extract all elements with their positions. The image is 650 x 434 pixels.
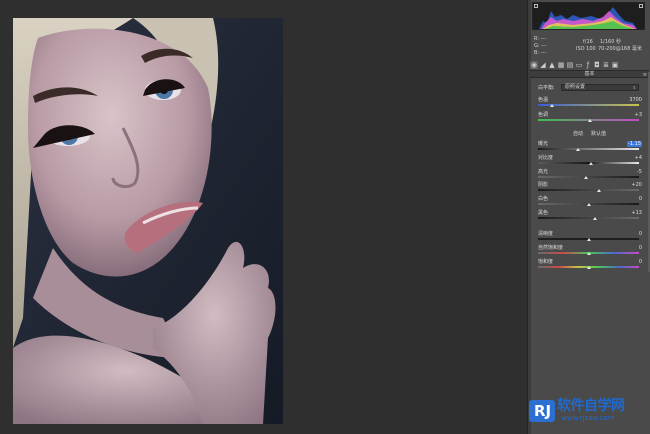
default-button[interactable]: 默认值 [591, 131, 606, 137]
slider-knob[interactable] [586, 238, 591, 241]
white-balance-label: 白平衡: [538, 85, 555, 91]
iso-value: ISO 100 [576, 46, 596, 52]
b-readout: B: --- [534, 50, 547, 56]
histogram [532, 2, 645, 30]
slider-value-blacks[interactable]: +13 [631, 210, 642, 216]
shutter-value: 1/160 秒 [600, 39, 621, 45]
aperture-icon[interactable]: ◉ [530, 61, 538, 69]
watermark-url: www.rjzxw.com [561, 414, 615, 422]
slider-label-clarity: 清晰度 [538, 231, 554, 237]
portrait-photo-icon [13, 18, 283, 424]
slider-value-whites[interactable]: 0 [639, 196, 642, 202]
slider-value-contrast[interactable]: +4 [635, 155, 642, 161]
slider-knob[interactable] [586, 203, 591, 206]
slider-knob[interactable] [550, 104, 555, 107]
blacks-slider[interactable] [538, 217, 639, 219]
slider-value-highlights[interactable]: -5 [637, 169, 642, 175]
watermark-title: 软件自学网 [557, 398, 625, 414]
lens-icon[interactable]: ▭ [575, 61, 583, 69]
camera-icon[interactable]: ◘ [593, 61, 601, 69]
white-balance-select[interactable]: 原照设置 ⇕ [561, 84, 639, 91]
tone-curve-icon[interactable]: ◢ [539, 61, 547, 69]
slider-label-blacks: 黑色 [538, 210, 549, 216]
slider-knob[interactable] [587, 119, 592, 122]
slider-value-tint[interactable]: +3 [635, 112, 642, 118]
slider-label-vibrance: 自然饱和度 [538, 245, 564, 251]
watermark-logo-icon: RJ [529, 400, 555, 422]
photo-canvas[interactable] [13, 18, 283, 424]
split-tone-icon[interactable]: ▤ [566, 61, 574, 69]
auto-button[interactable]: 自动 [573, 131, 583, 137]
slider-knob[interactable] [586, 266, 591, 269]
slider-knob[interactable] [586, 252, 591, 255]
slider-value-clarity[interactable]: 0 [639, 231, 642, 237]
raw-editor-window: R: --- G: --- B: --- f/16 1/160 秒 ISO 10… [0, 0, 650, 434]
site-watermark: RJ 软件自学网 www.rjzxw.com [527, 396, 650, 426]
slider-label-temp: 色温 [538, 97, 549, 103]
slider-knob[interactable] [592, 217, 597, 220]
slider-label-whites: 白色 [538, 196, 549, 202]
shadow-clipping-icon[interactable] [534, 4, 538, 8]
snapshot-icon[interactable]: ▣ [611, 61, 619, 69]
highlights-slider[interactable] [538, 176, 639, 178]
fx-icon[interactable]: ƒ [584, 61, 592, 69]
preset-icon[interactable]: ≣ [602, 61, 610, 69]
slider-value-temp[interactable]: 3700 [629, 97, 642, 103]
histogram-graph [539, 7, 637, 29]
slider-knob[interactable] [596, 189, 601, 192]
r-readout: R: --- [534, 36, 547, 42]
shadows-slider[interactable] [538, 189, 639, 191]
slider-label-exposure: 曝光 [538, 141, 549, 147]
slider-knob[interactable] [576, 148, 581, 151]
slider-value-vibrance[interactable]: 0 [639, 245, 642, 251]
slider-value-shadows[interactable]: +20 [631, 182, 642, 188]
exposure-slider[interactable] [538, 148, 639, 150]
g-readout: G: --- [534, 43, 547, 49]
slider-label-contrast: 对比度 [538, 155, 554, 161]
section-header: 基本 ≡ [530, 70, 649, 78]
adjustment-panel: R: --- G: --- B: --- f/16 1/160 秒 ISO 10… [527, 0, 650, 434]
aperture-value: f/16 [583, 39, 593, 45]
slider-knob[interactable] [588, 162, 593, 165]
panel-toolbar: ◉ ◢ ▲ ▦ ▤ ▭ ƒ ◘ ≣ ▣ [530, 60, 649, 70]
slider-value-saturation[interactable]: 0 [639, 259, 642, 265]
slider-label-shadows: 阴影 [538, 182, 549, 188]
detail-icon[interactable]: ▲ [548, 61, 556, 69]
highlight-clipping-icon[interactable] [639, 4, 643, 8]
slider-label-saturation: 饱和度 [538, 259, 554, 265]
section-title: 基本 [584, 71, 595, 77]
slider-label-highlights: 高光 [538, 169, 549, 175]
slider-value-exposure[interactable]: -1.15 [627, 141, 642, 147]
slider-knob[interactable] [584, 176, 589, 179]
hsl-icon[interactable]: ▦ [557, 61, 565, 69]
white-balance-value: 原照设置 [565, 84, 586, 90]
chevron-updown-icon: ⇕ [632, 85, 636, 90]
menu-icon[interactable]: ≡ [643, 72, 647, 78]
slider-label-tint: 色调 [538, 112, 549, 118]
watermark-logo-text: RJ [534, 402, 552, 420]
lens-value: 70-200@168 毫米 [598, 46, 642, 52]
